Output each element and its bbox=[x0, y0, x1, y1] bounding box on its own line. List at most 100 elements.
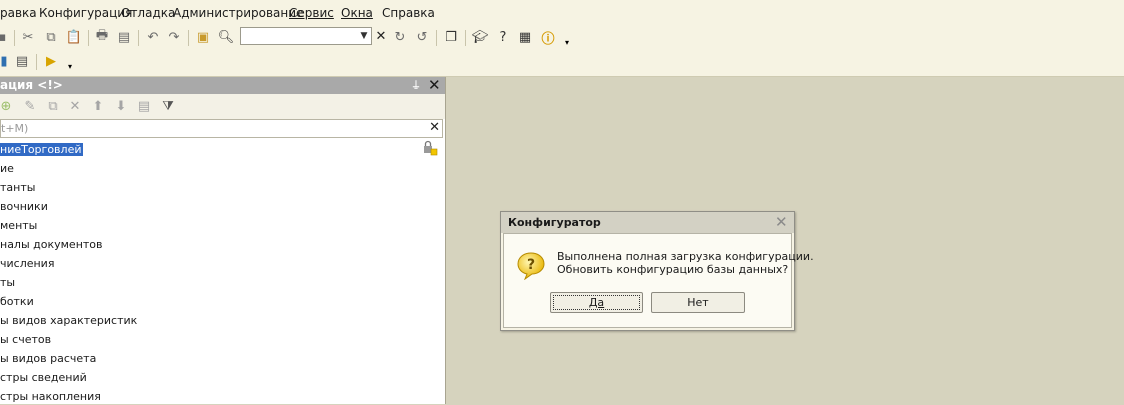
tree-item[interactable]: ы видов расчета bbox=[0, 350, 96, 367]
chevron-down-icon[interactable]: ▾ bbox=[62, 58, 78, 74]
tree-item[interactable]: ы счетов bbox=[0, 331, 51, 348]
tree-item[interactable]: ты bbox=[0, 274, 15, 291]
toolbar-separator bbox=[138, 30, 139, 46]
tree-item[interactable]: танты bbox=[0, 179, 35, 196]
pin-icon[interactable]: ⍊ bbox=[413, 79, 419, 90]
confirm-dialog: Конфигуратор ✕ ? Выполнена полная загруз… bbox=[500, 211, 814, 331]
chevron-down-icon[interactable]: ▼ bbox=[357, 28, 371, 44]
copy-icon[interactable]: ⧉ bbox=[45, 98, 61, 114]
tree-item[interactable]: менты bbox=[0, 217, 37, 234]
close-icon[interactable]: ✕ bbox=[428, 76, 441, 94]
no-button-label: Нет bbox=[687, 296, 709, 309]
close-icon[interactable]: ✕ bbox=[374, 28, 388, 44]
toolbar-separator bbox=[436, 30, 437, 46]
toolbar-separator bbox=[465, 30, 466, 46]
toolbar-separator bbox=[36, 54, 37, 70]
tree-item[interactable]: стры накопления bbox=[0, 388, 101, 405]
move-down-icon[interactable]: ⬇ bbox=[113, 98, 129, 114]
copy-icon[interactable]: ⧉ bbox=[43, 29, 59, 45]
syntax-helper-icon[interactable]: 🎓︎ bbox=[472, 29, 489, 45]
tree-item[interactable]: ие bbox=[0, 160, 14, 177]
dialog-message-line2: Обновить конфигурацию базы данных? bbox=[557, 263, 789, 276]
tree-item-label: ниеТорговлей bbox=[0, 143, 84, 156]
database-icon[interactable]: ▮ bbox=[0, 53, 12, 69]
help-book-icon[interactable]: ▦ bbox=[517, 29, 533, 45]
find-next-icon[interactable]: ↻ bbox=[392, 29, 408, 45]
tree-item-label: налы документов bbox=[0, 238, 103, 251]
menu-configuration[interactable]: Конфигурация bbox=[39, 6, 132, 20]
paste-icon[interactable]: 📋 bbox=[66, 29, 82, 45]
tree-item[interactable]: числения bbox=[0, 255, 54, 272]
panel-header: ация <!> ⍊ ✕ bbox=[0, 76, 445, 94]
menu-bar: равка Конфигурация Отладка Администриров… bbox=[0, 0, 1124, 26]
close-icon[interactable]: ✕ bbox=[429, 120, 440, 135]
dialog-title: Конфигуратор bbox=[508, 216, 601, 229]
yes-button-label: Да bbox=[588, 296, 605, 309]
edit-icon[interactable]: ✎ bbox=[22, 98, 38, 114]
panel-search-input[interactable]: t+M) ✕ bbox=[0, 119, 443, 138]
tree-item-label: ы видов расчета bbox=[0, 352, 97, 365]
close-icon[interactable]: ✕ bbox=[775, 213, 788, 231]
help-icon[interactable]: ? bbox=[495, 29, 511, 45]
panel-title: ация <!> bbox=[0, 78, 63, 92]
menu-administration[interactable]: Администрирование bbox=[173, 6, 303, 20]
tree-item[interactable]: стры сведений bbox=[0, 369, 87, 386]
question-icon: ? bbox=[517, 252, 545, 280]
yes-button[interactable]: Да bbox=[550, 292, 643, 313]
tree-item[interactable]: налы документов bbox=[0, 236, 103, 253]
redo-icon[interactable]: ↷ bbox=[166, 29, 182, 45]
print-icon[interactable]: 🖶 bbox=[94, 28, 110, 45]
tree-item[interactable]: ниеТорговлей bbox=[0, 141, 84, 158]
tree-item-label: ты bbox=[0, 276, 16, 289]
panel-toolbar: ⊕ ✎ ⧉ ✕ ⬆ ⬇ ▤ ⧩ bbox=[0, 94, 445, 119]
menu-debug[interactable]: Отладка bbox=[121, 6, 175, 20]
table-icon[interactable]: ▤ bbox=[14, 53, 30, 69]
windows-icon[interactable]: ❐ bbox=[443, 29, 459, 45]
tree-item-label: стры накопления bbox=[0, 390, 101, 403]
menu-service[interactable]: Сервис bbox=[289, 6, 334, 20]
toolbar-separator bbox=[188, 30, 189, 46]
info-icon[interactable]: ⓘ bbox=[540, 29, 556, 47]
undo-icon[interactable]: ↶ bbox=[145, 29, 161, 45]
sort-icon[interactable]: ▤ bbox=[136, 98, 152, 114]
no-button[interactable]: Нет bbox=[651, 292, 745, 313]
search-placeholder: t+M) bbox=[1, 122, 29, 135]
find-in-tree-icon[interactable]: ▣ bbox=[195, 29, 211, 45]
tree-item[interactable]: ботки bbox=[0, 293, 34, 310]
chevron-down-icon[interactable]: ▾ bbox=[559, 34, 575, 50]
configuration-panel: ация <!> ⍊ ✕ ⊕ ✎ ⧉ ✕ ⬆ ⬇ ▤ ⧩ t+M) ✕ ниеТ… bbox=[0, 76, 446, 405]
tree-item-label: менты bbox=[0, 219, 38, 232]
move-up-icon[interactable]: ⬆ bbox=[90, 98, 106, 114]
print-preview-icon[interactable]: ▤ bbox=[116, 29, 132, 45]
menu-windows[interactable]: Окна bbox=[341, 6, 373, 20]
filter-icon[interactable]: ⧩ bbox=[160, 98, 176, 114]
dialog-titlebar[interactable]: Конфигуратор ✕ bbox=[501, 212, 794, 233]
cut-icon[interactable]: ✂ bbox=[20, 29, 36, 45]
main-toolbar: ▪ ✂ ⧉ 📋 🖶 ▤ ↶ ↷ ▣ 🔍︎ ▼ ✕ ↻ ↺ ❐ 🎓︎ ? ▦ ⓘ … bbox=[0, 26, 1124, 50]
delete-icon[interactable]: ✕ bbox=[67, 98, 83, 114]
save-icon[interactable]: ▪ bbox=[0, 29, 10, 45]
tree-item-label: ы видов характеристик bbox=[0, 314, 138, 327]
menu-help[interactable]: Справка bbox=[382, 6, 435, 20]
tree-item-label: стры сведений bbox=[0, 371, 87, 384]
tree-item-label: ботки bbox=[0, 295, 34, 308]
toolbar-separator bbox=[14, 30, 15, 46]
menu-edit[interactable]: равка bbox=[0, 6, 37, 20]
add-icon[interactable]: ⊕ bbox=[0, 98, 14, 114]
tree-item[interactable]: ы видов характеристик bbox=[0, 312, 137, 329]
search-input[interactable]: ▼ bbox=[240, 27, 372, 45]
search-icon[interactable]: 🔍︎ bbox=[218, 29, 235, 45]
secondary-toolbar: ▮ ▤ ▶ ▾ bbox=[0, 50, 1124, 77]
dialog-message-line1: Выполнена полная загрузка конфигурации. bbox=[557, 250, 814, 263]
toolbar-separator bbox=[88, 30, 89, 46]
tree-item-label: ие bbox=[0, 162, 14, 175]
svg-text:?: ? bbox=[527, 257, 535, 273]
tree-item-label: числения bbox=[0, 257, 55, 270]
find-prev-icon[interactable]: ↺ bbox=[414, 29, 430, 45]
run-debug-icon[interactable]: ▶ bbox=[43, 53, 59, 69]
tree-item-label: танты bbox=[0, 181, 36, 194]
tree-item-label: ы счетов bbox=[0, 333, 52, 346]
lock-icon bbox=[424, 140, 438, 156]
tree-item[interactable]: вочники bbox=[0, 198, 48, 215]
dialog-body: ? Выполнена полная загрузка конфигурации… bbox=[503, 233, 814, 328]
